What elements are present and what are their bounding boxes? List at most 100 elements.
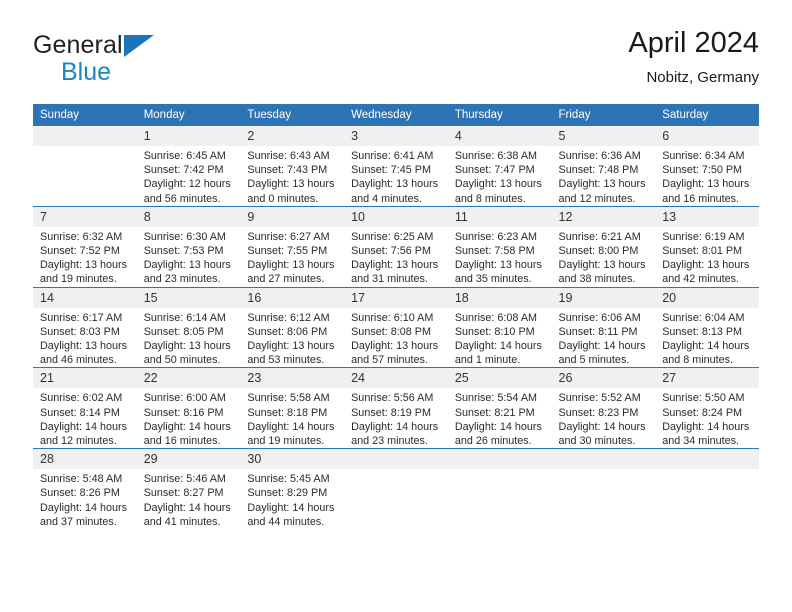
calendar-day-cell[interactable]: 13 Sunrise: 6:19 AM Sunset: 8:01 PM Dayligh… (655, 205, 759, 288)
sunrise-time: Sunrise: 5:48 AM (40, 473, 123, 486)
calendar-day-cell[interactable]: 24 Sunrise: 5:56 AM Sunset: 8:19 PM Dayligh… (344, 367, 448, 449)
daylight-duration-line2: and 5 minutes. (558, 354, 630, 367)
daylight-duration-line2: and 30 minutes. (558, 435, 636, 448)
calendar-day-cell[interactable]: 23 Sunrise: 5:58 AM Sunset: 8:18 PM Dayligh… (240, 367, 345, 449)
sunset-time: Sunset: 7:52 PM (40, 245, 120, 258)
daylight-duration-line2: and 16 minutes. (143, 435, 221, 448)
calendar-day-cell[interactable]: 1 Sunrise: 6:45 AM Sunset: 7:42 PM Daylight… (136, 126, 241, 207)
sunrise-time: Sunrise: 5:52 AM (558, 392, 641, 405)
sunset-time: Sunset: 8:06 PM (247, 325, 328, 338)
day-number: 2 (240, 126, 345, 146)
weekday-header-thursday: Thursday (447, 104, 552, 126)
calendar-week-row: 1 Sunrise: 6:45 AM Sunset: 7:42 PM Daylight… (33, 126, 759, 207)
sunrise-time: Sunrise: 6:21 AM (558, 230, 641, 243)
day-number: 21 (33, 368, 137, 389)
calendar-day-cell[interactable]: 18 Sunrise: 6:08 AM Sunset: 8:10 PM Dayligh… (447, 286, 552, 368)
sunrise-time: Sunrise: 6:04 AM (662, 311, 745, 324)
sunrise-time: Sunrise: 6:17 AM (40, 311, 123, 324)
daylight-duration-line1: Daylight: 14 hours (558, 420, 646, 433)
calendar-day-cell-empty (33, 126, 137, 207)
daylight-duration-line2: and 50 minutes. (143, 354, 221, 367)
day-details: Sunrise: 5:54 AM Sunset: 8:21 PM Daylight:… (448, 388, 552, 448)
sunrise-time: Sunrise: 6:36 AM (558, 150, 641, 162)
day-number: 8 (136, 206, 241, 227)
day-number: 27 (655, 368, 759, 389)
calendar-day-cell[interactable]: 3 Sunrise: 6:41 AM Sunset: 7:45 PM Daylight… (344, 126, 448, 207)
calendar-day-cell[interactable]: 5 Sunrise: 6:36 AM Sunset: 7:48 PM Daylight… (551, 126, 656, 207)
daylight-duration-line1: Daylight: 12 hours (143, 178, 231, 191)
day-details: Sunrise: 6:36 AM Sunset: 7:48 PM Daylight:… (552, 146, 656, 206)
sunrise-time: Sunrise: 5:46 AM (143, 473, 226, 486)
day-details: Sunrise: 5:58 AM Sunset: 8:18 PM Daylight:… (240, 388, 344, 448)
calendar-header-row: Sunday Monday Tuesday Wednesday Thursday… (33, 104, 759, 126)
daylight-duration-line1: Daylight: 13 hours (558, 259, 646, 272)
weekday-header-tuesday: Tuesday (240, 104, 345, 126)
calendar-day-cell[interactable]: 17 Sunrise: 6:10 AM Sunset: 8:08 PM Dayligh… (344, 286, 448, 368)
sunrise-time: Sunrise: 6:41 AM (351, 150, 434, 162)
day-details: Sunrise: 6:08 AM Sunset: 8:10 PM Daylight:… (448, 308, 552, 368)
sunset-time: Sunset: 7:55 PM (247, 245, 328, 258)
calendar-day-cell[interactable]: 12 Sunrise: 6:21 AM Sunset: 8:00 PM Dayligh… (551, 205, 656, 288)
sunset-time: Sunset: 8:10 PM (454, 325, 535, 338)
calendar-day-cell[interactable]: 27 Sunrise: 5:50 AM Sunset: 8:24 PM Dayligh… (655, 367, 759, 449)
daylight-duration-line1: Daylight: 13 hours (351, 259, 439, 272)
calendar-day-cell[interactable]: 15 Sunrise: 6:14 AM Sunset: 8:05 PM Dayligh… (136, 286, 241, 368)
day-number: 17 (344, 287, 448, 308)
day-number: 24 (344, 368, 448, 389)
calendar-day-cell[interactable]: 30 Sunrise: 5:45 AM Sunset: 8:29 PM Dayligh… (240, 448, 345, 530)
daylight-duration-line1: Daylight: 13 hours (558, 178, 646, 191)
daylight-duration-line1: Daylight: 14 hours (351, 420, 439, 433)
calendar-day-cell[interactable]: 11 Sunrise: 6:23 AM Sunset: 7:58 PM Dayligh… (447, 205, 552, 288)
calendar-day-cell[interactable]: 7 Sunrise: 6:32 AM Sunset: 7:52 PM Daylight… (33, 205, 137, 288)
calendar-day-cell[interactable]: 16 Sunrise: 6:12 AM Sunset: 8:06 PM Dayligh… (240, 286, 345, 368)
calendar-day-cell[interactable]: 9 Sunrise: 6:27 AM Sunset: 7:55 PM Daylight… (240, 205, 345, 288)
sunrise-time: Sunrise: 6:12 AM (247, 311, 330, 324)
sunset-time: Sunset: 7:58 PM (454, 245, 535, 258)
daylight-duration-line2: and 23 minutes. (143, 273, 221, 286)
logo-general-label: General (33, 31, 123, 59)
sunset-time: Sunset: 7:53 PM (143, 245, 224, 258)
calendar-day-cell[interactable]: 25 Sunrise: 5:54 AM Sunset: 8:21 PM Dayligh… (447, 367, 552, 449)
sunset-time: Sunset: 8:13 PM (662, 325, 743, 338)
sunset-time: Sunset: 7:45 PM (351, 164, 431, 177)
daylight-duration-line2: and 0 minutes. (247, 192, 319, 205)
calendar-day-cell[interactable]: 28 Sunrise: 5:48 AM Sunset: 8:26 PM Dayligh… (33, 448, 137, 530)
sunset-time: Sunset: 8:29 PM (247, 487, 328, 500)
title-block: April 2024 Nobitz, Germany (628, 26, 759, 87)
day-number: 26 (551, 368, 656, 389)
calendar-day-cell[interactable]: 29 Sunrise: 5:46 AM Sunset: 8:27 PM Dayligh… (136, 448, 241, 530)
daylight-duration-line1: Daylight: 13 hours (454, 259, 542, 272)
daylight-duration-line2: and 8 minutes. (454, 192, 526, 205)
calendar-day-cell[interactable]: 22 Sunrise: 6:00 AM Sunset: 8:16 PM Dayligh… (136, 367, 241, 449)
daylight-duration-line1: Daylight: 13 hours (454, 178, 542, 191)
general-blue-logo: General Blue (33, 32, 213, 88)
calendar-day-cell[interactable]: 8 Sunrise: 6:30 AM Sunset: 7:53 PM Daylight… (136, 205, 241, 288)
day-details: Sunrise: 6:17 AM Sunset: 8:03 PM Daylight:… (33, 308, 137, 368)
day-details: Sunrise: 6:30 AM Sunset: 7:53 PM Daylight:… (137, 227, 241, 287)
day-details: Sunrise: 6:19 AM Sunset: 8:01 PM Daylight:… (655, 227, 759, 287)
calendar-day-cell[interactable]: 2 Sunrise: 6:43 AM Sunset: 7:43 PM Daylight… (240, 126, 345, 207)
calendar-day-cell[interactable]: 14 Sunrise: 6:17 AM Sunset: 8:03 PM Dayligh… (33, 286, 137, 368)
sunrise-time: Sunrise: 6:30 AM (143, 230, 226, 243)
daylight-duration-line2: and 46 minutes. (40, 354, 117, 367)
calendar-day-cell[interactable]: 4 Sunrise: 6:38 AM Sunset: 7:47 PM Daylight… (447, 126, 552, 207)
day-details: Sunrise: 6:14 AM Sunset: 8:05 PM Daylight:… (137, 308, 241, 368)
calendar-day-cell[interactable]: 26 Sunrise: 5:52 AM Sunset: 8:23 PM Dayligh… (551, 367, 656, 449)
sunset-time: Sunset: 8:11 PM (558, 325, 638, 338)
sunset-time: Sunset: 8:19 PM (351, 406, 431, 419)
daylight-duration-line1: Daylight: 13 hours (143, 340, 231, 353)
calendar-day-cell[interactable]: 6 Sunrise: 6:34 AM Sunset: 7:50 PM Daylight… (655, 126, 759, 207)
day-details: Sunrise: 6:43 AM Sunset: 7:43 PM Daylight:… (240, 146, 344, 206)
calendar-day-cell[interactable]: 20 Sunrise: 6:04 AM Sunset: 8:13 PM Dayligh… (655, 286, 759, 368)
daylight-duration-line2: and 56 minutes. (143, 192, 221, 205)
day-number (551, 449, 656, 470)
weekday-header-friday: Friday (551, 104, 656, 126)
calendar-day-cell[interactable]: 10 Sunrise: 6:25 AM Sunset: 7:56 PM Dayligh… (344, 205, 448, 288)
weekday-header-sunday: Sunday (33, 104, 137, 126)
sunrise-time: Sunrise: 6:02 AM (40, 392, 123, 405)
calendar-day-cell[interactable]: 19 Sunrise: 6:06 AM Sunset: 8:11 PM Dayligh… (551, 286, 656, 368)
day-number: 28 (33, 449, 137, 470)
calendar-day-cell[interactable]: 21 Sunrise: 6:02 AM Sunset: 8:14 PM Dayligh… (33, 367, 137, 449)
sunset-time: Sunset: 8:24 PM (662, 406, 743, 419)
daylight-duration-line2: and 31 minutes. (351, 273, 428, 286)
